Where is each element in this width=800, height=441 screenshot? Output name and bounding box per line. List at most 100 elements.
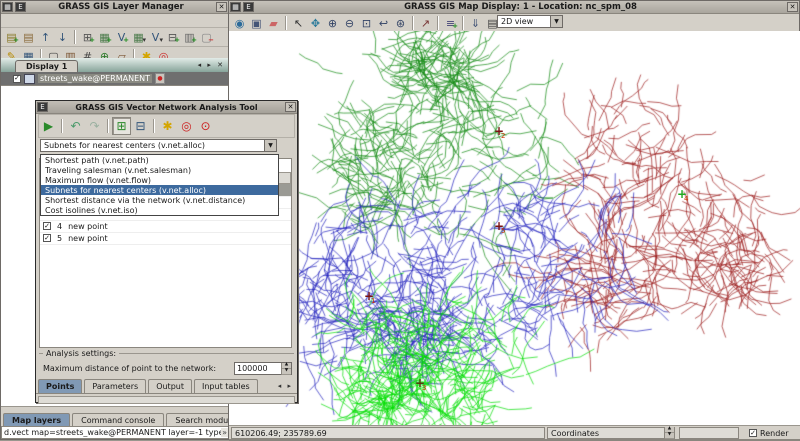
method-dropdown-icon[interactable]: ▼ (264, 140, 276, 151)
zoom-in-icon[interactable]: ⊕ (324, 15, 341, 31)
method-option[interactable]: Shortest path (v.net.path) (41, 155, 278, 165)
add-command-layer-icon[interactable]: ▥+ (181, 29, 198, 45)
lm-tab[interactable]: Map layers (3, 413, 70, 427)
center-marker-4: +4 (677, 188, 687, 200)
add-group-icon[interactable]: ⊟+ (164, 29, 181, 45)
pointer-coordinates: 610206.49; 235789.69 (231, 427, 545, 439)
dialog-help-icon[interactable]: ◎ (177, 117, 196, 135)
lm-toolbar-1: ▤+▤↑↓ ⊞+▦+V+▦▾V▾⊟+▥+▢− (1, 28, 228, 47)
open-workspace-icon[interactable]: ▤ (20, 29, 37, 45)
map-statusbar: 610206.49; 235789.69 Coordinates ▲▼ ✓ Re… (229, 425, 800, 440)
menu-item[interactable] (59, 20, 69, 22)
window-e-icon[interactable]: E (15, 2, 26, 12)
insert-point-icon[interactable]: ⊞ (112, 117, 131, 135)
lm-menubar (1, 14, 228, 28)
method-option[interactable]: Subnets for nearest centers (v.net.alloc… (41, 185, 278, 195)
layer-extra-icon[interactable]: ● (155, 73, 165, 84)
pointer-icon[interactable]: ↖ (290, 15, 307, 31)
menu-item[interactable] (48, 20, 58, 22)
vector-map-icon (24, 74, 35, 84)
toolbar-separator (74, 30, 76, 44)
tab-scroll-arrows[interactable]: ◂ ▸ ✕ (198, 61, 225, 69)
menu-item[interactable] (37, 20, 47, 22)
dialog-tab[interactable]: Points (38, 379, 82, 393)
point-checkbox[interactable]: ✓ (43, 222, 51, 230)
lm-bottom-tabs: Map layersCommand consoleSearch modulePy… (1, 406, 228, 427)
lm-close-icon[interactable]: ✕ (216, 2, 227, 12)
progress-area (679, 427, 739, 439)
zoom-region-icon[interactable]: ⊛ (392, 15, 409, 31)
menu-item[interactable] (81, 20, 91, 22)
map-close-icon[interactable]: ✕ (787, 2, 798, 12)
save-display-icon[interactable]: ▣ (248, 15, 265, 31)
dialog-title: GRASS GIS Vector Network Analysis Tool (49, 103, 284, 112)
prompt-overflow-icon[interactable]: » (221, 428, 228, 437)
view-mode-combo[interactable]: 2D view ▼ (497, 15, 563, 28)
point-checkbox[interactable]: ✓ (43, 234, 51, 242)
save-file-icon[interactable]: ⇓ (467, 15, 484, 31)
display-tab[interactable]: Display 1 (15, 60, 78, 72)
menu-item[interactable] (4, 20, 14, 22)
dialog-close-icon[interactable]: ✕ (285, 102, 296, 112)
analyze-icon[interactable]: ↗ (417, 15, 434, 31)
dialog-e-icon[interactable]: E (37, 102, 48, 112)
zoom-extent-icon[interactable]: ⊡ (358, 15, 375, 31)
dialog-tab-arrows[interactable]: ◂ ▸ (278, 382, 293, 390)
zoom-out-icon[interactable]: ⊖ (341, 15, 358, 31)
redo-icon[interactable]: ↷ (85, 117, 104, 135)
zoom-back-icon[interactable]: ↩ (375, 15, 392, 31)
add-vector-layer-icon[interactable]: V+ (113, 29, 130, 45)
dialog-tab[interactable]: Output (148, 379, 192, 393)
load-workspace-icon[interactable]: ↑ (37, 29, 54, 45)
maxdist-spinbox[interactable]: 100000 ▲▼ (234, 362, 292, 375)
map-window-grid-icon[interactable]: ▦ (230, 2, 241, 12)
method-option[interactable]: Traveling salesman (v.net.salesman) (41, 165, 278, 175)
view-mode-dropdown-icon[interactable]: ▼ (550, 16, 562, 27)
dialog-toolbar: ▶ ↶↷ ⊞⊟ ✱◎⊙ (38, 114, 295, 138)
map-titlebar[interactable]: ▦ E GRASS GIS Map Display: 1 - Location:… (229, 1, 799, 14)
render-checkbox[interactable]: ✓ (749, 429, 757, 437)
method-option[interactable]: Maximum flow (v.net.flow) (41, 175, 278, 185)
dialog-tab[interactable]: Parameters (84, 379, 146, 393)
lm-titlebar[interactable]: ▦ E GRASS GIS Layer Manager ✕ (1, 1, 228, 14)
center-marker-1: +1 (364, 290, 374, 302)
method-option[interactable]: Shortest distance via the network (v.net… (41, 195, 278, 205)
snap-to-node-icon[interactable]: ⊟ (131, 117, 150, 135)
pan-icon[interactable]: ✥ (307, 15, 324, 31)
erase-display-icon[interactable]: ▰ (265, 15, 282, 31)
dialog-tab[interactable]: Input tables (194, 379, 258, 393)
statusbar-mode-combo[interactable]: Coordinates ▲▼ (547, 427, 675, 439)
map-canvas[interactable]: +1+2+3+4+5 (229, 31, 800, 425)
layer-label[interactable]: streets_wake@PERMANENT (38, 74, 152, 83)
layer-row[interactable]: ✓ streets_wake@PERMANENT ● (1, 72, 228, 85)
menu-item[interactable] (70, 20, 80, 22)
dialog-titlebar[interactable]: E GRASS GIS Vector Network Analysis Tool… (36, 101, 297, 114)
menu-item[interactable] (15, 20, 25, 22)
point-row[interactable]: ✓5new point (40, 232, 291, 245)
statusbar-mode-spinner[interactable]: ▲▼ (664, 427, 674, 439)
add-vector-misc-icon[interactable]: V▾ (147, 29, 164, 45)
analysis-settings-icon[interactable]: ✱ (158, 117, 177, 135)
render-control[interactable]: ✓ Render (749, 429, 788, 438)
map-window-e-icon[interactable]: E (243, 2, 254, 12)
method-option[interactable]: Cost isolines (v.net.iso) (41, 205, 278, 215)
maxdist-spinner[interactable]: ▲▼ (281, 363, 291, 375)
add-raster-misc-icon[interactable]: ▦▾ (130, 29, 147, 45)
add-multiple-layers-icon[interactable]: ⊞+ (79, 29, 96, 45)
lm-tab[interactable]: Command console (72, 413, 164, 427)
rerender-icon[interactable]: ◉ (231, 15, 248, 31)
add-raster-layer-icon[interactable]: ▦+ (96, 29, 113, 45)
window-grid-icon[interactable]: ▦ (2, 2, 13, 12)
display-tab-band: Display 1 ◂ ▸ ✕ (1, 58, 228, 72)
quit-icon[interactable]: ⊙ (196, 117, 215, 135)
run-analysis-icon[interactable]: ▶ (39, 117, 58, 135)
menu-item[interactable] (26, 20, 36, 22)
new-workspace-icon[interactable]: ▤+ (3, 29, 20, 45)
method-combo[interactable]: Subnets for nearest centers (v.net.alloc… (40, 139, 277, 152)
add-overlay-icon[interactable]: ≡+ (442, 15, 459, 31)
save-workspace-icon[interactable]: ↓ (54, 29, 71, 45)
command-prompt[interactable]: d.vect map=streets_wake@PERMANENT layer=… (1, 426, 229, 439)
delete-layer-icon[interactable]: ▢− (198, 29, 215, 45)
undo-icon[interactable]: ↶ (66, 117, 85, 135)
layer-checkbox[interactable]: ✓ (13, 75, 21, 83)
